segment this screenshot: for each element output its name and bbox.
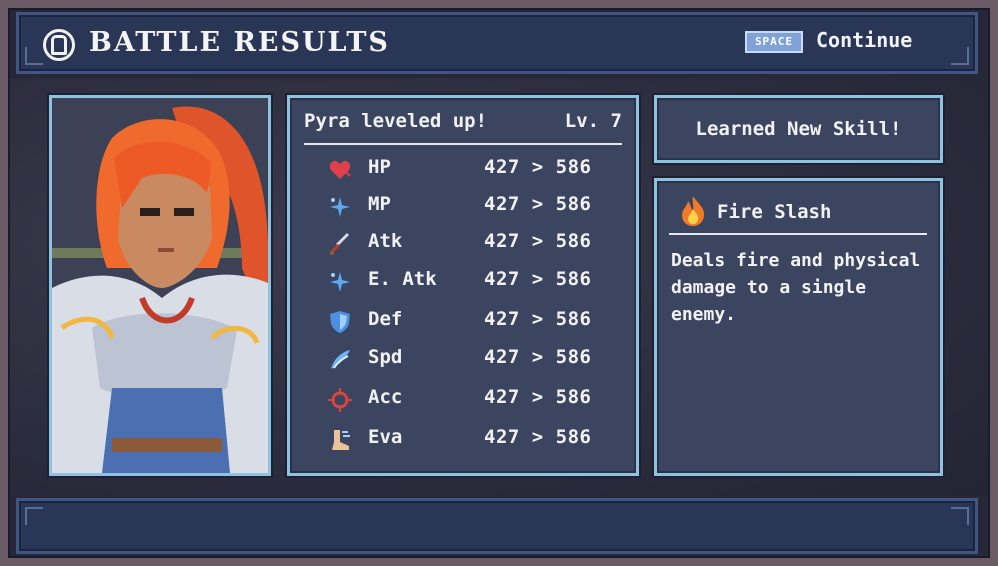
- results-emblem-icon: [43, 29, 75, 61]
- stat-row-def: Def 427 > 586: [328, 308, 608, 338]
- stat-name: E. Atk: [368, 268, 437, 290]
- stat-row-eva: Eva 427 > 586: [328, 426, 608, 456]
- ornament-corner-icon: [951, 507, 969, 525]
- stat-value: 427 > 586: [484, 386, 592, 408]
- divider: [669, 233, 927, 235]
- character-portrait: [49, 95, 271, 476]
- shield-icon: [330, 311, 350, 333]
- screen-title: BATTLE RESULTS: [89, 27, 390, 58]
- stat-value: 427 > 586: [484, 156, 592, 178]
- foot-icon: [332, 430, 350, 450]
- stat-name: Atk: [368, 230, 403, 252]
- stat-row-mp: MP 427 > 586: [328, 193, 608, 223]
- crosshair-icon: [328, 388, 352, 412]
- dialogue-bar: [16, 498, 978, 554]
- stat-name: Acc: [368, 386, 403, 408]
- fire-icon: [682, 196, 705, 226]
- skill-description: Deals fire and physical damage to a sing…: [671, 250, 921, 325]
- stat-value: 427 > 586: [484, 426, 592, 448]
- learned-skill-label: Learned New Skill!: [695, 118, 902, 140]
- skill-detail-panel: Fire Slash Deals fire and physical damag…: [654, 178, 943, 476]
- stat-row-eatk: E. Atk 427 > 586: [328, 268, 608, 298]
- sparkle-icon: [330, 197, 350, 217]
- stat-row-acc: Acc 427 > 586: [328, 386, 608, 416]
- stat-value: 427 > 586: [484, 268, 592, 290]
- stat-name: HP: [368, 156, 391, 178]
- header-bar: BATTLE RESULTS SPACE Continue: [16, 12, 978, 74]
- stat-value: 427 > 586: [484, 308, 592, 330]
- learned-skill-banner: Learned New Skill!: [654, 95, 943, 163]
- continue-prompt[interactable]: Continue: [816, 28, 912, 52]
- stat-name: Eva: [368, 426, 403, 448]
- sword-icon: [330, 233, 349, 255]
- heart-icon: [329, 161, 351, 179]
- space-key-prompt[interactable]: SPACE: [745, 31, 803, 53]
- ornament-corner-icon: [951, 47, 969, 65]
- skill-name: Fire Slash: [717, 201, 832, 223]
- level-value: Lv. 7: [564, 110, 622, 132]
- divider: [304, 143, 622, 145]
- stat-name: Def: [368, 308, 403, 330]
- ornament-corner-icon: [25, 47, 43, 65]
- stat-row-hp: HP 427 > 586: [328, 156, 608, 186]
- stat-name: MP: [368, 193, 391, 215]
- stat-value: 427 > 586: [484, 193, 592, 215]
- ornament-corner-icon: [25, 507, 43, 525]
- levelup-header: Pyra leveled up! Lv. 7: [304, 110, 622, 132]
- stat-value: 427 > 586: [484, 230, 592, 252]
- stat-row-spd: Spd 427 > 586: [328, 346, 608, 376]
- stat-name: Spd: [368, 346, 403, 368]
- stat-value: 427 > 586: [484, 346, 592, 368]
- wing-icon: [331, 350, 350, 369]
- sparkle-icon: [330, 272, 350, 292]
- stats-panel: Pyra leveled up! Lv. 7 HP 427 > 586 MP 4…: [287, 95, 639, 476]
- portrait-image: [52, 98, 268, 473]
- levelup-message: Pyra leveled up!: [304, 110, 488, 132]
- stat-row-atk: Atk 427 > 586: [328, 230, 608, 260]
